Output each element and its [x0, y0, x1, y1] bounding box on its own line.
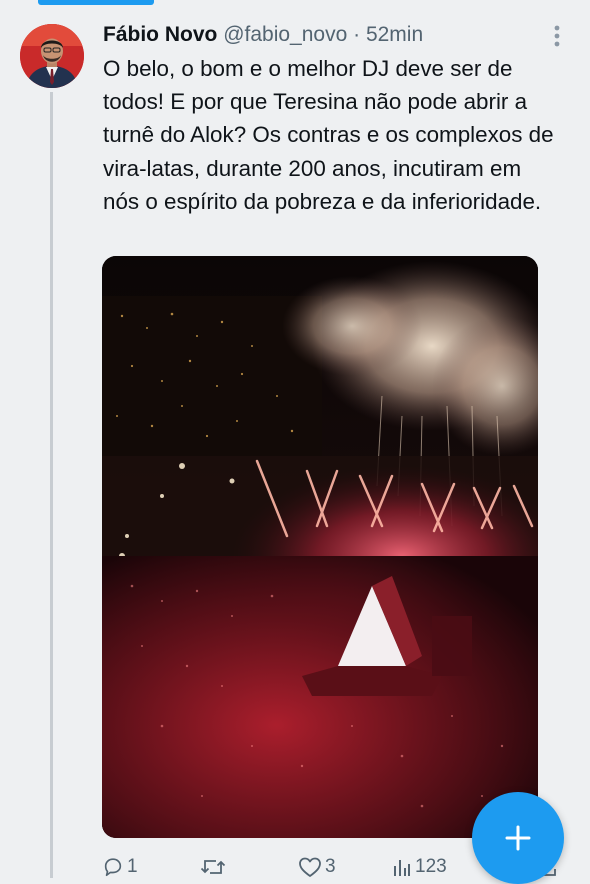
fireworks-concert-image — [102, 256, 538, 838]
tweet-timestamp[interactable]: 52min — [366, 23, 423, 46]
avatar[interactable] — [20, 24, 84, 88]
active-tab-indicator — [38, 0, 154, 5]
views-icon — [394, 860, 410, 876]
user-handle[interactable]: @fabio_novo — [223, 23, 347, 46]
more-vertical-icon — [554, 25, 560, 47]
thread-line — [50, 92, 53, 878]
plus-icon — [505, 825, 531, 851]
more-options-button[interactable] — [548, 22, 566, 50]
retweet-icon — [200, 860, 226, 874]
views-count: 123 — [415, 856, 447, 877]
tweet-header: Fábio Novo @fabio_novo · 52min — [103, 20, 423, 50]
display-name[interactable]: Fábio Novo — [103, 23, 217, 46]
reply-icon — [104, 858, 122, 877]
heart-icon — [299, 857, 321, 877]
tweet-text: O belo, o bom e o melhor DJ deve ser de … — [103, 56, 554, 214]
compose-tweet-button[interactable] — [472, 792, 564, 884]
separator-dot: · — [353, 23, 361, 46]
tweet-media-video[interactable] — [102, 256, 538, 838]
like-count: 3 — [325, 856, 336, 877]
reply-count: 1 — [127, 856, 138, 877]
avatar-image — [20, 24, 84, 88]
